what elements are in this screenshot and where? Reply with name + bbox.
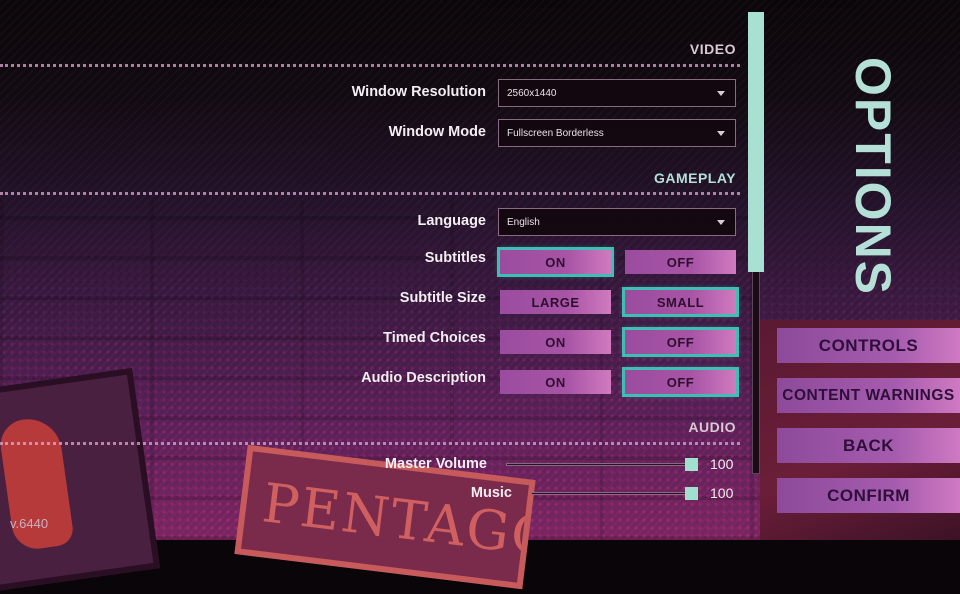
music-label: Music [470, 485, 512, 501]
section-title-audio: AUDIO [688, 419, 736, 435]
master-volume-slider-handle[interactable] [685, 458, 698, 471]
music-slider-handle[interactable] [685, 487, 698, 500]
controls-button[interactable]: CONTROLS [777, 328, 960, 363]
subtitle-size-large-button[interactable]: LARGE [500, 290, 611, 314]
page-title: OPTIONS [845, 57, 901, 297]
window-resolution-value: 2560x1440 [507, 87, 557, 99]
music-slider[interactable] [531, 492, 696, 495]
version-label: v.6440 [10, 516, 49, 531]
timed-choices-on-button[interactable]: ON [500, 330, 611, 354]
timed-choices-off-button[interactable]: OFF [622, 327, 739, 357]
window-mode-label: Window Mode [388, 124, 486, 140]
divider [0, 442, 740, 445]
audio-description-on-button[interactable]: ON [500, 370, 611, 394]
divider [0, 64, 740, 67]
language-value: English [507, 216, 540, 228]
section-title-gameplay: GAMEPLAY [653, 170, 736, 186]
window-resolution-dropdown[interactable]: 2560x1440 [498, 79, 736, 107]
background-poster [0, 367, 161, 594]
subtitle-size-small-button[interactable]: SMALL [622, 287, 739, 317]
confirm-button[interactable]: CONFIRM [777, 478, 960, 513]
subtitle-size-label: Subtitle Size [399, 290, 486, 306]
content-warnings-button[interactable]: CONTENT WARNINGS [777, 378, 960, 413]
window-resolution-label: Window Resolution [351, 84, 486, 100]
subtitles-on-button[interactable]: ON [497, 247, 614, 277]
language-label: Language [417, 213, 486, 229]
timed-choices-label: Timed Choices [383, 330, 486, 346]
subtitles-off-button[interactable]: OFF [625, 250, 736, 274]
divider [0, 192, 740, 195]
subtitles-label: Subtitles [424, 250, 486, 266]
chevron-down-icon [717, 131, 725, 136]
window-mode-value: Fullscreen Borderless [507, 127, 604, 139]
master-volume-label: Master Volume [384, 456, 487, 472]
chevron-down-icon [717, 220, 725, 225]
chevron-down-icon [717, 91, 725, 96]
section-title-video: VIDEO [689, 41, 736, 57]
audio-description-off-button[interactable]: OFF [622, 367, 739, 397]
music-value: 100 [710, 485, 734, 501]
scrollbar-thumb[interactable] [748, 12, 764, 272]
master-volume-value: 100 [710, 456, 734, 472]
master-volume-slider[interactable] [506, 463, 696, 466]
window-mode-dropdown[interactable]: Fullscreen Borderless [498, 119, 736, 147]
back-button[interactable]: BACK [777, 428, 960, 463]
language-dropdown[interactable]: English [498, 208, 736, 236]
audio-description-label: Audio Description [361, 370, 486, 386]
